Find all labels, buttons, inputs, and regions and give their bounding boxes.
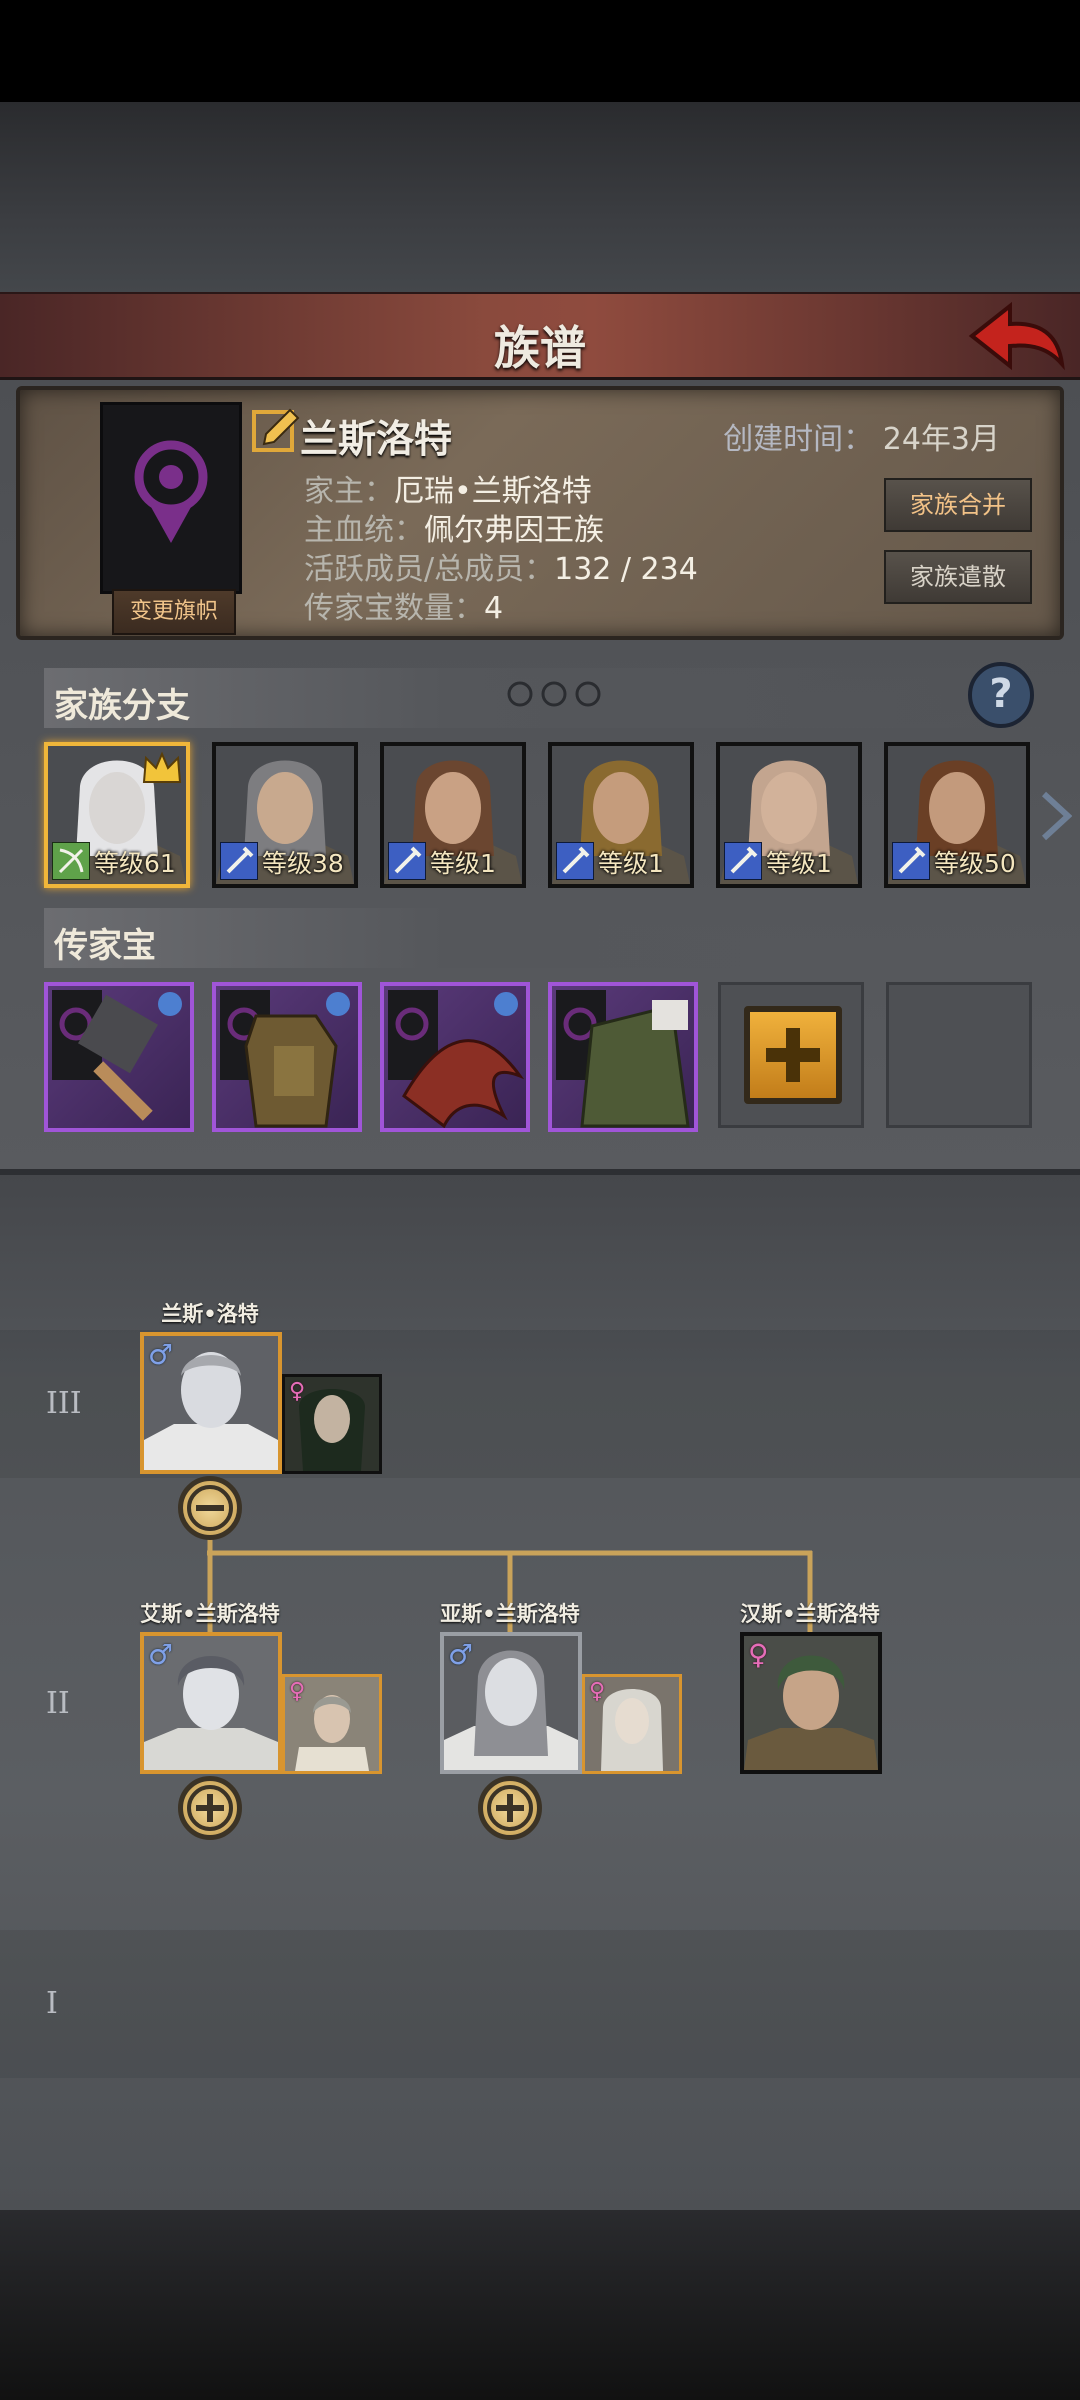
expand-button-yas[interactable]: [478, 1776, 542, 1840]
minus-icon: [187, 1485, 233, 1531]
person-name-yas: 亚斯•兰斯洛特: [440, 1602, 580, 1626]
person-node-ais[interactable]: ♂: [140, 1632, 282, 1774]
female-icon: ♀: [748, 1638, 769, 1671]
collapse-button[interactable]: [178, 1476, 242, 1540]
person-name-hans: 汉斯•兰斯洛特: [740, 1602, 880, 1626]
bottom-area: [0, 2210, 1080, 2400]
expand-button-ais[interactable]: [178, 1776, 242, 1840]
male-icon: ♂: [148, 1638, 174, 1671]
person-node-yas[interactable]: ♂: [440, 1632, 582, 1774]
male-icon: ♂: [448, 1638, 474, 1671]
spouse-node-yas[interactable]: ♀: [582, 1674, 682, 1774]
plus-icon: [487, 1785, 533, 1831]
person-name-lance: 兰斯•洛特: [161, 1302, 259, 1326]
tree-connectors: [207, 1506, 813, 1633]
spouse-node-ais[interactable]: ♀: [282, 1674, 382, 1774]
male-icon: ♂: [148, 1338, 174, 1371]
female-icon: ♀: [289, 1679, 306, 1704]
person-node-lance[interactable]: ♂: [140, 1332, 282, 1474]
person-node-hans[interactable]: ♀: [740, 1632, 882, 1774]
person-name-ais: 艾斯•兰斯洛特: [140, 1602, 280, 1626]
female-icon: ♀: [589, 1679, 606, 1704]
spouse-node-lance[interactable]: ♀: [282, 1374, 382, 1474]
plus-icon: [187, 1785, 233, 1831]
female-icon: ♀: [289, 1379, 306, 1404]
